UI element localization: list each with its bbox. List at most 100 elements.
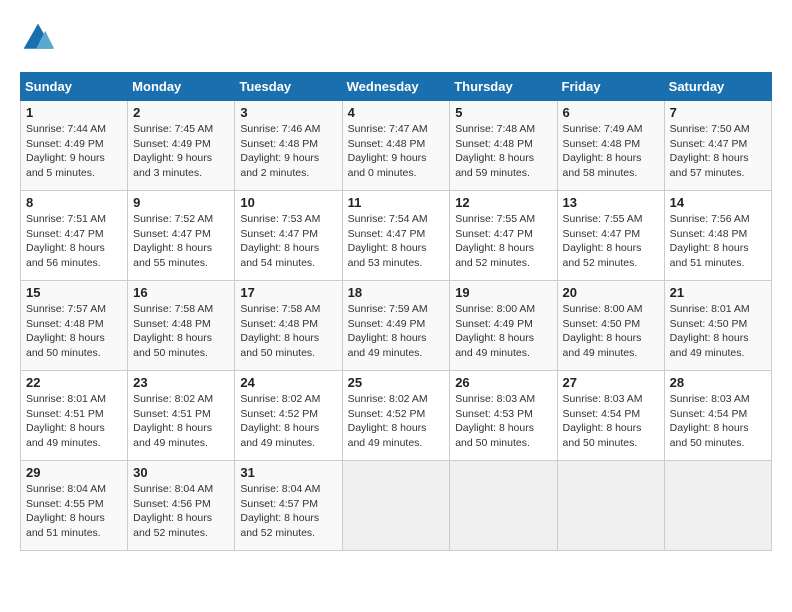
daylight-label: Daylight: 8 hours and 54 minutes. xyxy=(240,242,319,269)
calendar-day-cell: 18 Sunrise: 7:59 AM Sunset: 4:49 PM Dayl… xyxy=(342,281,450,371)
day-number: 18 xyxy=(348,285,445,300)
sunrise-label: Sunrise: 8:04 AM xyxy=(26,483,106,495)
sunset-label: Sunset: 4:50 PM xyxy=(563,318,641,330)
daylight-label: Daylight: 8 hours and 55 minutes. xyxy=(133,242,212,269)
day-info: Sunrise: 7:58 AM Sunset: 4:48 PM Dayligh… xyxy=(133,302,229,361)
daylight-label: Daylight: 8 hours and 49 minutes. xyxy=(133,422,212,449)
day-number: 17 xyxy=(240,285,336,300)
daylight-label: Daylight: 9 hours and 0 minutes. xyxy=(348,152,427,179)
day-info: Sunrise: 7:46 AM Sunset: 4:48 PM Dayligh… xyxy=(240,122,336,181)
day-number: 15 xyxy=(26,285,122,300)
day-info: Sunrise: 7:48 AM Sunset: 4:48 PM Dayligh… xyxy=(455,122,551,181)
daylight-label: Daylight: 8 hours and 50 minutes. xyxy=(563,422,642,449)
sunset-label: Sunset: 4:51 PM xyxy=(26,408,104,420)
day-info: Sunrise: 7:45 AM Sunset: 4:49 PM Dayligh… xyxy=(133,122,229,181)
day-number: 3 xyxy=(240,105,336,120)
weekday-header: Sunday xyxy=(21,73,128,101)
sunset-label: Sunset: 4:54 PM xyxy=(563,408,641,420)
daylight-label: Daylight: 8 hours and 52 minutes. xyxy=(563,242,642,269)
day-number: 14 xyxy=(670,195,766,210)
sunset-label: Sunset: 4:48 PM xyxy=(26,318,104,330)
calendar-day-cell: 6 Sunrise: 7:49 AM Sunset: 4:48 PM Dayli… xyxy=(557,101,664,191)
sunset-label: Sunset: 4:47 PM xyxy=(563,228,641,240)
day-info: Sunrise: 7:57 AM Sunset: 4:48 PM Dayligh… xyxy=(26,302,122,361)
sunrise-label: Sunrise: 7:59 AM xyxy=(348,303,428,315)
calendar-day-cell: 24 Sunrise: 8:02 AM Sunset: 4:52 PM Dayl… xyxy=(235,371,342,461)
sunrise-label: Sunrise: 7:47 AM xyxy=(348,123,428,135)
day-number: 5 xyxy=(455,105,551,120)
sunrise-label: Sunrise: 7:56 AM xyxy=(670,213,750,225)
calendar-day-cell: 8 Sunrise: 7:51 AM Sunset: 4:47 PM Dayli… xyxy=(21,191,128,281)
sunrise-label: Sunrise: 8:03 AM xyxy=(455,393,535,405)
day-number: 21 xyxy=(670,285,766,300)
day-number: 16 xyxy=(133,285,229,300)
weekday-header: Tuesday xyxy=(235,73,342,101)
calendar-day-cell: 26 Sunrise: 8:03 AM Sunset: 4:53 PM Dayl… xyxy=(450,371,557,461)
daylight-label: Daylight: 8 hours and 59 minutes. xyxy=(455,152,534,179)
sunrise-label: Sunrise: 7:45 AM xyxy=(133,123,213,135)
sunset-label: Sunset: 4:49 PM xyxy=(455,318,533,330)
day-info: Sunrise: 7:56 AM Sunset: 4:48 PM Dayligh… xyxy=(670,212,766,271)
sunset-label: Sunset: 4:47 PM xyxy=(26,228,104,240)
day-number: 22 xyxy=(26,375,122,390)
empty-cell xyxy=(664,461,771,551)
day-number: 4 xyxy=(348,105,445,120)
calendar-day-cell: 21 Sunrise: 8:01 AM Sunset: 4:50 PM Dayl… xyxy=(664,281,771,371)
sunrise-label: Sunrise: 7:44 AM xyxy=(26,123,106,135)
day-info: Sunrise: 7:59 AM Sunset: 4:49 PM Dayligh… xyxy=(348,302,445,361)
logo xyxy=(20,20,60,56)
day-number: 23 xyxy=(133,375,229,390)
day-info: Sunrise: 8:01 AM Sunset: 4:50 PM Dayligh… xyxy=(670,302,766,361)
day-info: Sunrise: 8:04 AM Sunset: 4:55 PM Dayligh… xyxy=(26,482,122,541)
day-info: Sunrise: 7:58 AM Sunset: 4:48 PM Dayligh… xyxy=(240,302,336,361)
calendar-week-row: 1 Sunrise: 7:44 AM Sunset: 4:49 PM Dayli… xyxy=(21,101,772,191)
daylight-label: Daylight: 8 hours and 51 minutes. xyxy=(26,512,105,539)
daylight-label: Daylight: 8 hours and 50 minutes. xyxy=(670,422,749,449)
empty-cell xyxy=(342,461,450,551)
daylight-label: Daylight: 8 hours and 49 minutes. xyxy=(348,332,427,359)
day-number: 8 xyxy=(26,195,122,210)
sunrise-label: Sunrise: 8:04 AM xyxy=(133,483,213,495)
calendar-day-cell: 23 Sunrise: 8:02 AM Sunset: 4:51 PM Dayl… xyxy=(128,371,235,461)
day-info: Sunrise: 7:51 AM Sunset: 4:47 PM Dayligh… xyxy=(26,212,122,271)
sunset-label: Sunset: 4:52 PM xyxy=(348,408,426,420)
calendar-day-cell: 25 Sunrise: 8:02 AM Sunset: 4:52 PM Dayl… xyxy=(342,371,450,461)
sunset-label: Sunset: 4:48 PM xyxy=(455,138,533,150)
calendar-week-row: 22 Sunrise: 8:01 AM Sunset: 4:51 PM Dayl… xyxy=(21,371,772,461)
day-info: Sunrise: 8:02 AM Sunset: 4:51 PM Dayligh… xyxy=(133,392,229,451)
calendar-week-row: 8 Sunrise: 7:51 AM Sunset: 4:47 PM Dayli… xyxy=(21,191,772,281)
sunset-label: Sunset: 4:49 PM xyxy=(26,138,104,150)
day-info: Sunrise: 7:44 AM Sunset: 4:49 PM Dayligh… xyxy=(26,122,122,181)
day-number: 10 xyxy=(240,195,336,210)
sunrise-label: Sunrise: 7:46 AM xyxy=(240,123,320,135)
daylight-label: Daylight: 8 hours and 49 minutes. xyxy=(455,332,534,359)
daylight-label: Daylight: 8 hours and 53 minutes. xyxy=(348,242,427,269)
sunrise-label: Sunrise: 8:04 AM xyxy=(240,483,320,495)
day-info: Sunrise: 7:54 AM Sunset: 4:47 PM Dayligh… xyxy=(348,212,445,271)
daylight-label: Daylight: 8 hours and 58 minutes. xyxy=(563,152,642,179)
calendar-day-cell: 10 Sunrise: 7:53 AM Sunset: 4:47 PM Dayl… xyxy=(235,191,342,281)
sunrise-label: Sunrise: 8:02 AM xyxy=(240,393,320,405)
daylight-label: Daylight: 8 hours and 49 minutes. xyxy=(348,422,427,449)
day-number: 12 xyxy=(455,195,551,210)
day-number: 11 xyxy=(348,195,445,210)
day-info: Sunrise: 8:00 AM Sunset: 4:50 PM Dayligh… xyxy=(563,302,659,361)
sunset-label: Sunset: 4:49 PM xyxy=(133,138,211,150)
daylight-label: Daylight: 9 hours and 5 minutes. xyxy=(26,152,105,179)
sunset-label: Sunset: 4:48 PM xyxy=(240,318,318,330)
sunrise-label: Sunrise: 7:48 AM xyxy=(455,123,535,135)
day-number: 13 xyxy=(563,195,659,210)
daylight-label: Daylight: 8 hours and 56 minutes. xyxy=(26,242,105,269)
calendar-week-row: 15 Sunrise: 7:57 AM Sunset: 4:48 PM Dayl… xyxy=(21,281,772,371)
calendar-day-cell: 4 Sunrise: 7:47 AM Sunset: 4:48 PM Dayli… xyxy=(342,101,450,191)
sunset-label: Sunset: 4:47 PM xyxy=(670,138,748,150)
calendar-day-cell: 2 Sunrise: 7:45 AM Sunset: 4:49 PM Dayli… xyxy=(128,101,235,191)
empty-cell xyxy=(557,461,664,551)
calendar-day-cell: 1 Sunrise: 7:44 AM Sunset: 4:49 PM Dayli… xyxy=(21,101,128,191)
sunset-label: Sunset: 4:49 PM xyxy=(348,318,426,330)
calendar-day-cell: 14 Sunrise: 7:56 AM Sunset: 4:48 PM Dayl… xyxy=(664,191,771,281)
day-number: 6 xyxy=(563,105,659,120)
daylight-label: Daylight: 8 hours and 52 minutes. xyxy=(455,242,534,269)
empty-cell xyxy=(450,461,557,551)
sunset-label: Sunset: 4:51 PM xyxy=(133,408,211,420)
